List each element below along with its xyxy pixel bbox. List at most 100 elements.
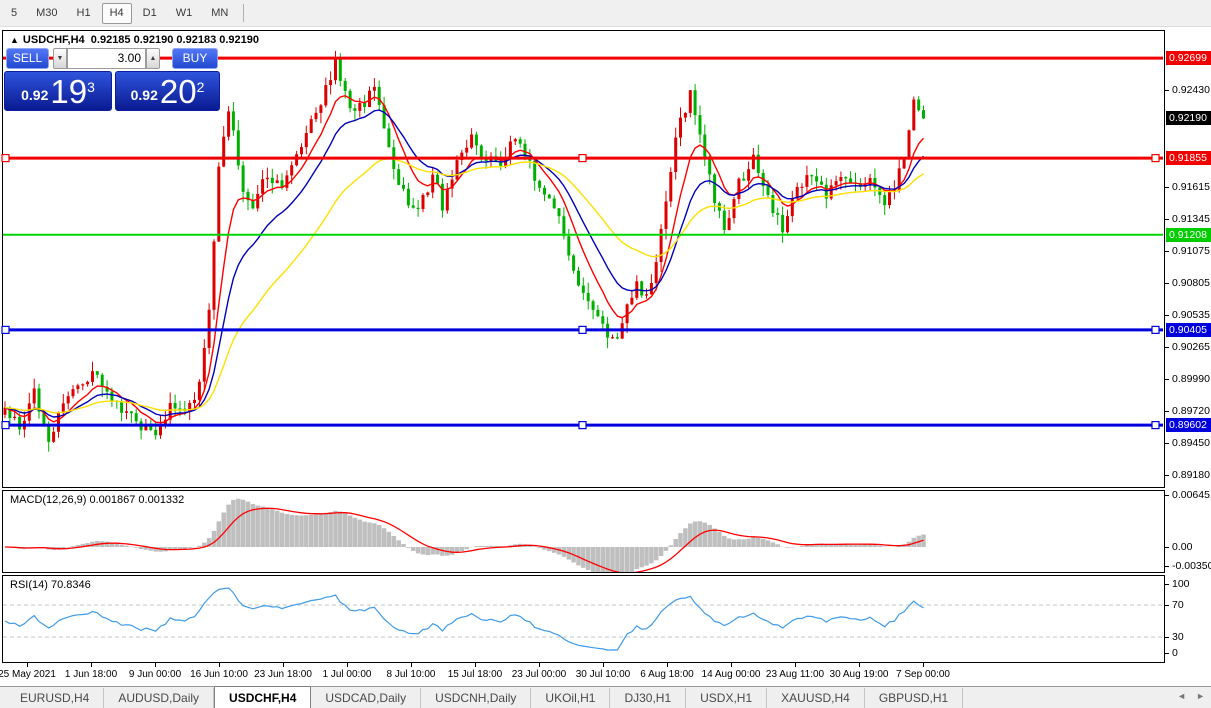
chart-tab-usdchf[interactable]: USDCHF,H4: [214, 686, 311, 708]
rsi-tick-mark: [1165, 653, 1169, 654]
date-tick-label: 8 Jul 10:00: [387, 669, 436, 680]
volume-input[interactable]: 3.00: [67, 48, 146, 69]
rsi-tick-mark: [1165, 637, 1169, 638]
rsi-tick-label: 70: [1172, 598, 1184, 612]
rsi-tick-label: 100: [1172, 577, 1190, 591]
date-tick-label: 23 Jul 00:00: [512, 669, 567, 680]
price-tick-mark: [1165, 379, 1169, 380]
chart-tab-xauusd[interactable]: XAUUSD,H4: [767, 688, 865, 708]
date-tick-mark: [27, 663, 28, 667]
timeframe-toolbar: 5M30H1H4D1W1MN: [0, 0, 1211, 27]
price-tick-mark: [1165, 283, 1169, 284]
date-tick-label: 1 Jun 18:00: [65, 669, 117, 680]
price-tick-label: 0.90535: [1172, 308, 1210, 322]
date-tick-mark: [475, 663, 476, 667]
buy-price-prefix: 0.92: [131, 87, 158, 103]
macd-tick-label: 0.006451: [1172, 488, 1211, 502]
timeframe-button-d1[interactable]: D1: [135, 3, 165, 24]
buy-button[interactable]: BUY: [172, 48, 218, 69]
date-tick-label: 23 Jun 18:00: [254, 669, 312, 680]
price-tick-label: 0.89720: [1172, 404, 1210, 418]
date-tick-label: 23 Aug 11:00: [766, 669, 824, 680]
date-tick-mark: [219, 663, 220, 667]
timeframe-button-h4[interactable]: H4: [102, 3, 132, 24]
volume-increase-button[interactable]: ▲: [146, 48, 160, 69]
date-axis[interactable]: 25 May 2021 1 Jun 18:00 9 Jun 00:00 16 Jun …: [0, 663, 1211, 686]
date-tick-label: 9 Jun 00:00: [129, 669, 181, 680]
rsi-indicator-label: RSI(14) 70.8346: [10, 579, 91, 591]
chart-tab-ukoil[interactable]: UKOil,H1: [531, 688, 610, 708]
chart-tab-audusd[interactable]: AUDUSD,Daily: [104, 688, 214, 708]
price-tick-label: 0.89990: [1172, 372, 1210, 386]
timeframe-button-h1[interactable]: H1: [69, 3, 99, 24]
chart-ohlc-values: 0.92185 0.92190 0.92183 0.92190: [91, 34, 259, 46]
tabs-scroll-right-button[interactable]: ►: [1196, 691, 1205, 701]
sell-price-button[interactable]: 0.92 19 3: [4, 71, 112, 111]
trading-platform-window: 5M30H1H4D1W1MN ▲USDCHF,H4 0.92185 0.9219…: [0, 0, 1211, 708]
price-axis[interactable]: 0.924300.916150.913450.910750.908050.905…: [1165, 28, 1211, 663]
macd-indicator-label: MACD(12,26,9) 0.001867 0.001332: [10, 494, 184, 506]
price-tick-mark: [1165, 411, 1169, 412]
date-tick-label: 15 Jul 18:00: [448, 669, 503, 680]
price-tick-label: 0.92430: [1172, 83, 1210, 97]
tabs-scroll-left-button[interactable]: ◄: [1177, 691, 1186, 701]
price-tick-mark: [1165, 251, 1169, 252]
date-tick-label: 16 Jun 10:00: [190, 669, 248, 680]
down-arrow-icon: ▼: [57, 55, 64, 62]
price-tick-label: 0.91615: [1172, 180, 1210, 194]
macd-tick-mark: [1165, 495, 1169, 496]
price-tick-label: 0.90265: [1172, 340, 1210, 354]
price-level-tag: 0.91208: [1166, 228, 1211, 242]
date-tick-mark: [411, 663, 412, 667]
date-tick-label: 25 May 2021: [0, 669, 56, 680]
date-tick-mark: [731, 663, 732, 667]
price-tick-mark: [1165, 219, 1169, 220]
chart-tab-usdx[interactable]: USDX,H1: [686, 688, 767, 708]
chart-tab-gbpusd[interactable]: GBPUSD,H1: [865, 688, 963, 708]
macd-tick-mark: [1165, 547, 1169, 548]
timeframe-button-mn[interactable]: MN: [203, 3, 236, 24]
price-tick-mark: [1165, 90, 1169, 91]
price-level-tag: 0.90405: [1166, 323, 1211, 337]
sell-price-pips: 19: [50, 77, 87, 107]
price-tick-label: 0.91345: [1172, 212, 1210, 226]
rsi-tick-label: 0: [1172, 646, 1178, 660]
date-tick-mark: [91, 663, 92, 667]
timeframe-button-m30[interactable]: M30: [28, 3, 65, 24]
chart-tab-eurusd[interactable]: EURUSD,H4: [6, 688, 104, 708]
price-tick-label: 0.89450: [1172, 436, 1210, 450]
chart-tab-usdcad[interactable]: USDCAD,Daily: [311, 688, 421, 708]
rsi-tick-label: 30: [1172, 630, 1184, 644]
price-level-tag: 0.91855: [1166, 151, 1211, 165]
chart-tabs-bar: EURUSD,H4AUDUSD,DailyUSDCHF,H4USDCAD,Dai…: [0, 686, 1211, 708]
date-tick-label: 14 Aug 00:00: [702, 669, 761, 680]
rsi-tick-mark: [1165, 605, 1169, 606]
chart-tab-usdcnh[interactable]: USDCNH,Daily: [421, 688, 531, 708]
price-tick-label: 0.89180: [1172, 468, 1210, 482]
sell-price-point: 3: [87, 79, 95, 95]
sell-button[interactable]: SELL: [6, 48, 49, 69]
macd-tick-label: -0.003507: [1172, 559, 1211, 573]
buy-price-button[interactable]: 0.92 20 2: [115, 71, 220, 111]
date-tick-label: 7 Sep 00:00: [896, 669, 950, 680]
date-tick-mark: [667, 663, 668, 667]
date-tick-mark: [795, 663, 796, 667]
date-tick-mark: [539, 663, 540, 667]
sell-price-prefix: 0.92: [21, 87, 48, 103]
one-click-trading-widget: SELL ▼ 3.00 ▲ BUY 0.92 19 3 0.92 20 2: [4, 47, 222, 112]
timeframe-button-5[interactable]: 5: [3, 3, 25, 24]
timeframe-button-w1[interactable]: W1: [168, 3, 201, 24]
price-level-tag: 0.92699: [1166, 51, 1211, 65]
chart-title: ▲USDCHF,H4 0.92185 0.92190 0.92183 0.921…: [10, 34, 259, 46]
rsi-panel[interactable]: [2, 575, 1165, 663]
price-tick-mark: [1165, 475, 1169, 476]
price-level-tag: 0.92190: [1166, 111, 1211, 125]
chart-symbol-label: USDCHF,H4: [23, 34, 85, 46]
date-tick-mark: [603, 663, 604, 667]
price-level-tag: 0.89602: [1166, 418, 1211, 432]
volume-decrease-button[interactable]: ▼: [53, 48, 67, 69]
price-tick-label: 0.91075: [1172, 244, 1210, 258]
date-tick-label: 1 Jul 00:00: [323, 669, 372, 680]
chart-tab-dj30[interactable]: DJ30,H1: [610, 688, 686, 708]
macd-tick-mark: [1165, 566, 1169, 567]
